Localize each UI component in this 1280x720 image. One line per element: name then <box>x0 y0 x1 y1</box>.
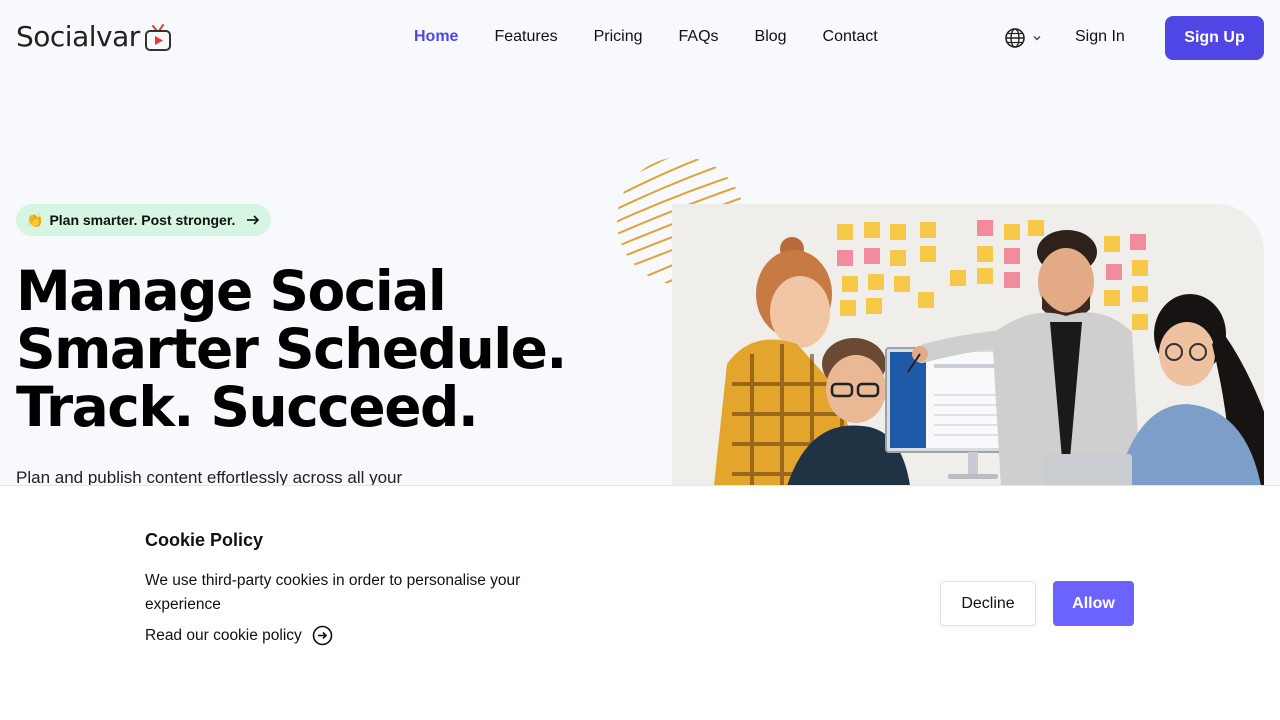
hero-team-photo <box>672 204 1264 504</box>
nav-features[interactable]: Features <box>494 28 557 46</box>
arrow-right-icon <box>247 215 260 225</box>
cookie-policy-link[interactable]: Read our cookie policy <box>145 625 333 646</box>
top-navigation: Socialvar Home Features Pricing FAQs Blo… <box>0 0 1280 76</box>
hero-badge-text: Plan smarter. Post stronger. <box>49 212 236 228</box>
sign-up-button[interactable]: Sign Up <box>1165 16 1264 60</box>
nav-blog[interactable]: Blog <box>755 28 787 46</box>
nav-faqs[interactable]: FAQs <box>679 28 719 46</box>
hero-title-line-3: Track. Succeed. <box>16 375 479 439</box>
brand-logo[interactable]: Socialvar <box>16 20 173 53</box>
main-menu: Home Features Pricing FAQs Blog Contact <box>414 28 914 46</box>
nav-home[interactable]: Home <box>414 28 458 46</box>
cookie-banner: Cookie Policy We use third-party cookies… <box>0 485 1280 720</box>
chevron-down-icon <box>1033 36 1041 41</box>
hero-title-line-2: Smarter Schedule. <box>16 317 567 381</box>
cookie-title: Cookie Policy <box>145 530 264 550</box>
brand-name: Socialvar <box>16 20 140 53</box>
circle-arrow-right-icon <box>312 625 333 646</box>
language-selector[interactable] <box>1004 27 1042 49</box>
nav-contact[interactable]: Contact <box>823 28 878 46</box>
nav-pricing[interactable]: Pricing <box>594 28 643 46</box>
cookie-description: We use third-party cookies in order to p… <box>145 572 521 613</box>
hero-badge[interactable]: 👏 Plan smarter. Post stronger. <box>16 204 272 236</box>
hero-title-line-1: Manage Social <box>16 259 447 323</box>
clap-emoji-icon: 👏 <box>26 211 44 228</box>
allow-button[interactable]: Allow <box>1053 581 1134 626</box>
decline-button[interactable]: Decline <box>940 581 1036 626</box>
hero-title: Manage Social Smarter Schedule. Track. S… <box>16 262 616 436</box>
sign-in-link[interactable]: Sign In <box>1075 28 1125 46</box>
globe-icon <box>1005 28 1025 48</box>
cookie-policy-link-label: Read our cookie policy <box>145 626 302 644</box>
tv-play-icon <box>144 23 171 51</box>
team-illustration <box>672 204 1264 504</box>
